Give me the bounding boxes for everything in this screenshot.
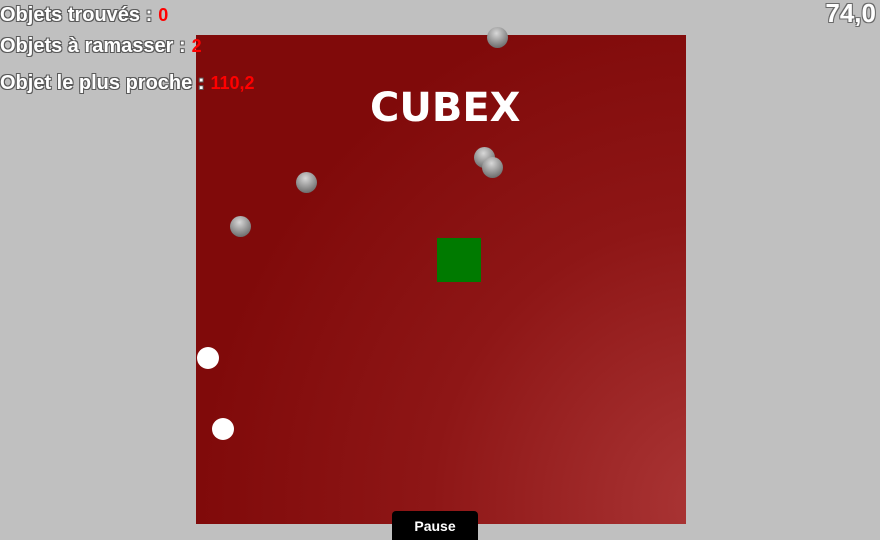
gray-ball [230,216,251,237]
objects-to-collect-label: Objets à ramasser : [0,35,186,57]
player-cube [437,238,481,282]
nearest-object-label: Objet le plus proche : [0,72,205,94]
nearest-object-stat: Objet le plus proche :110,2 [0,70,255,96]
white-object [197,347,219,369]
objects-found-value: 0 [158,5,169,25]
game-screen: CUBEX Objets trouvés :0 Objets à ramasse… [0,0,880,540]
gray-ball [296,172,317,193]
gray-ball [487,27,508,48]
objects-to-collect-value: 2 [191,36,202,56]
game-title: CUBEX [370,85,521,131]
gray-ball [482,157,503,178]
objects-found-label: Objets trouvés : [0,4,153,26]
pause-button[interactable]: Pause [392,511,478,540]
white-object [212,418,234,440]
objects-to-collect-stat: Objets à ramasser :2 [0,33,202,59]
nearest-object-value: 110,2 [210,73,255,93]
objects-found-stat: Objets trouvés :0 [0,2,168,28]
timer: 74,0 [825,0,876,28]
